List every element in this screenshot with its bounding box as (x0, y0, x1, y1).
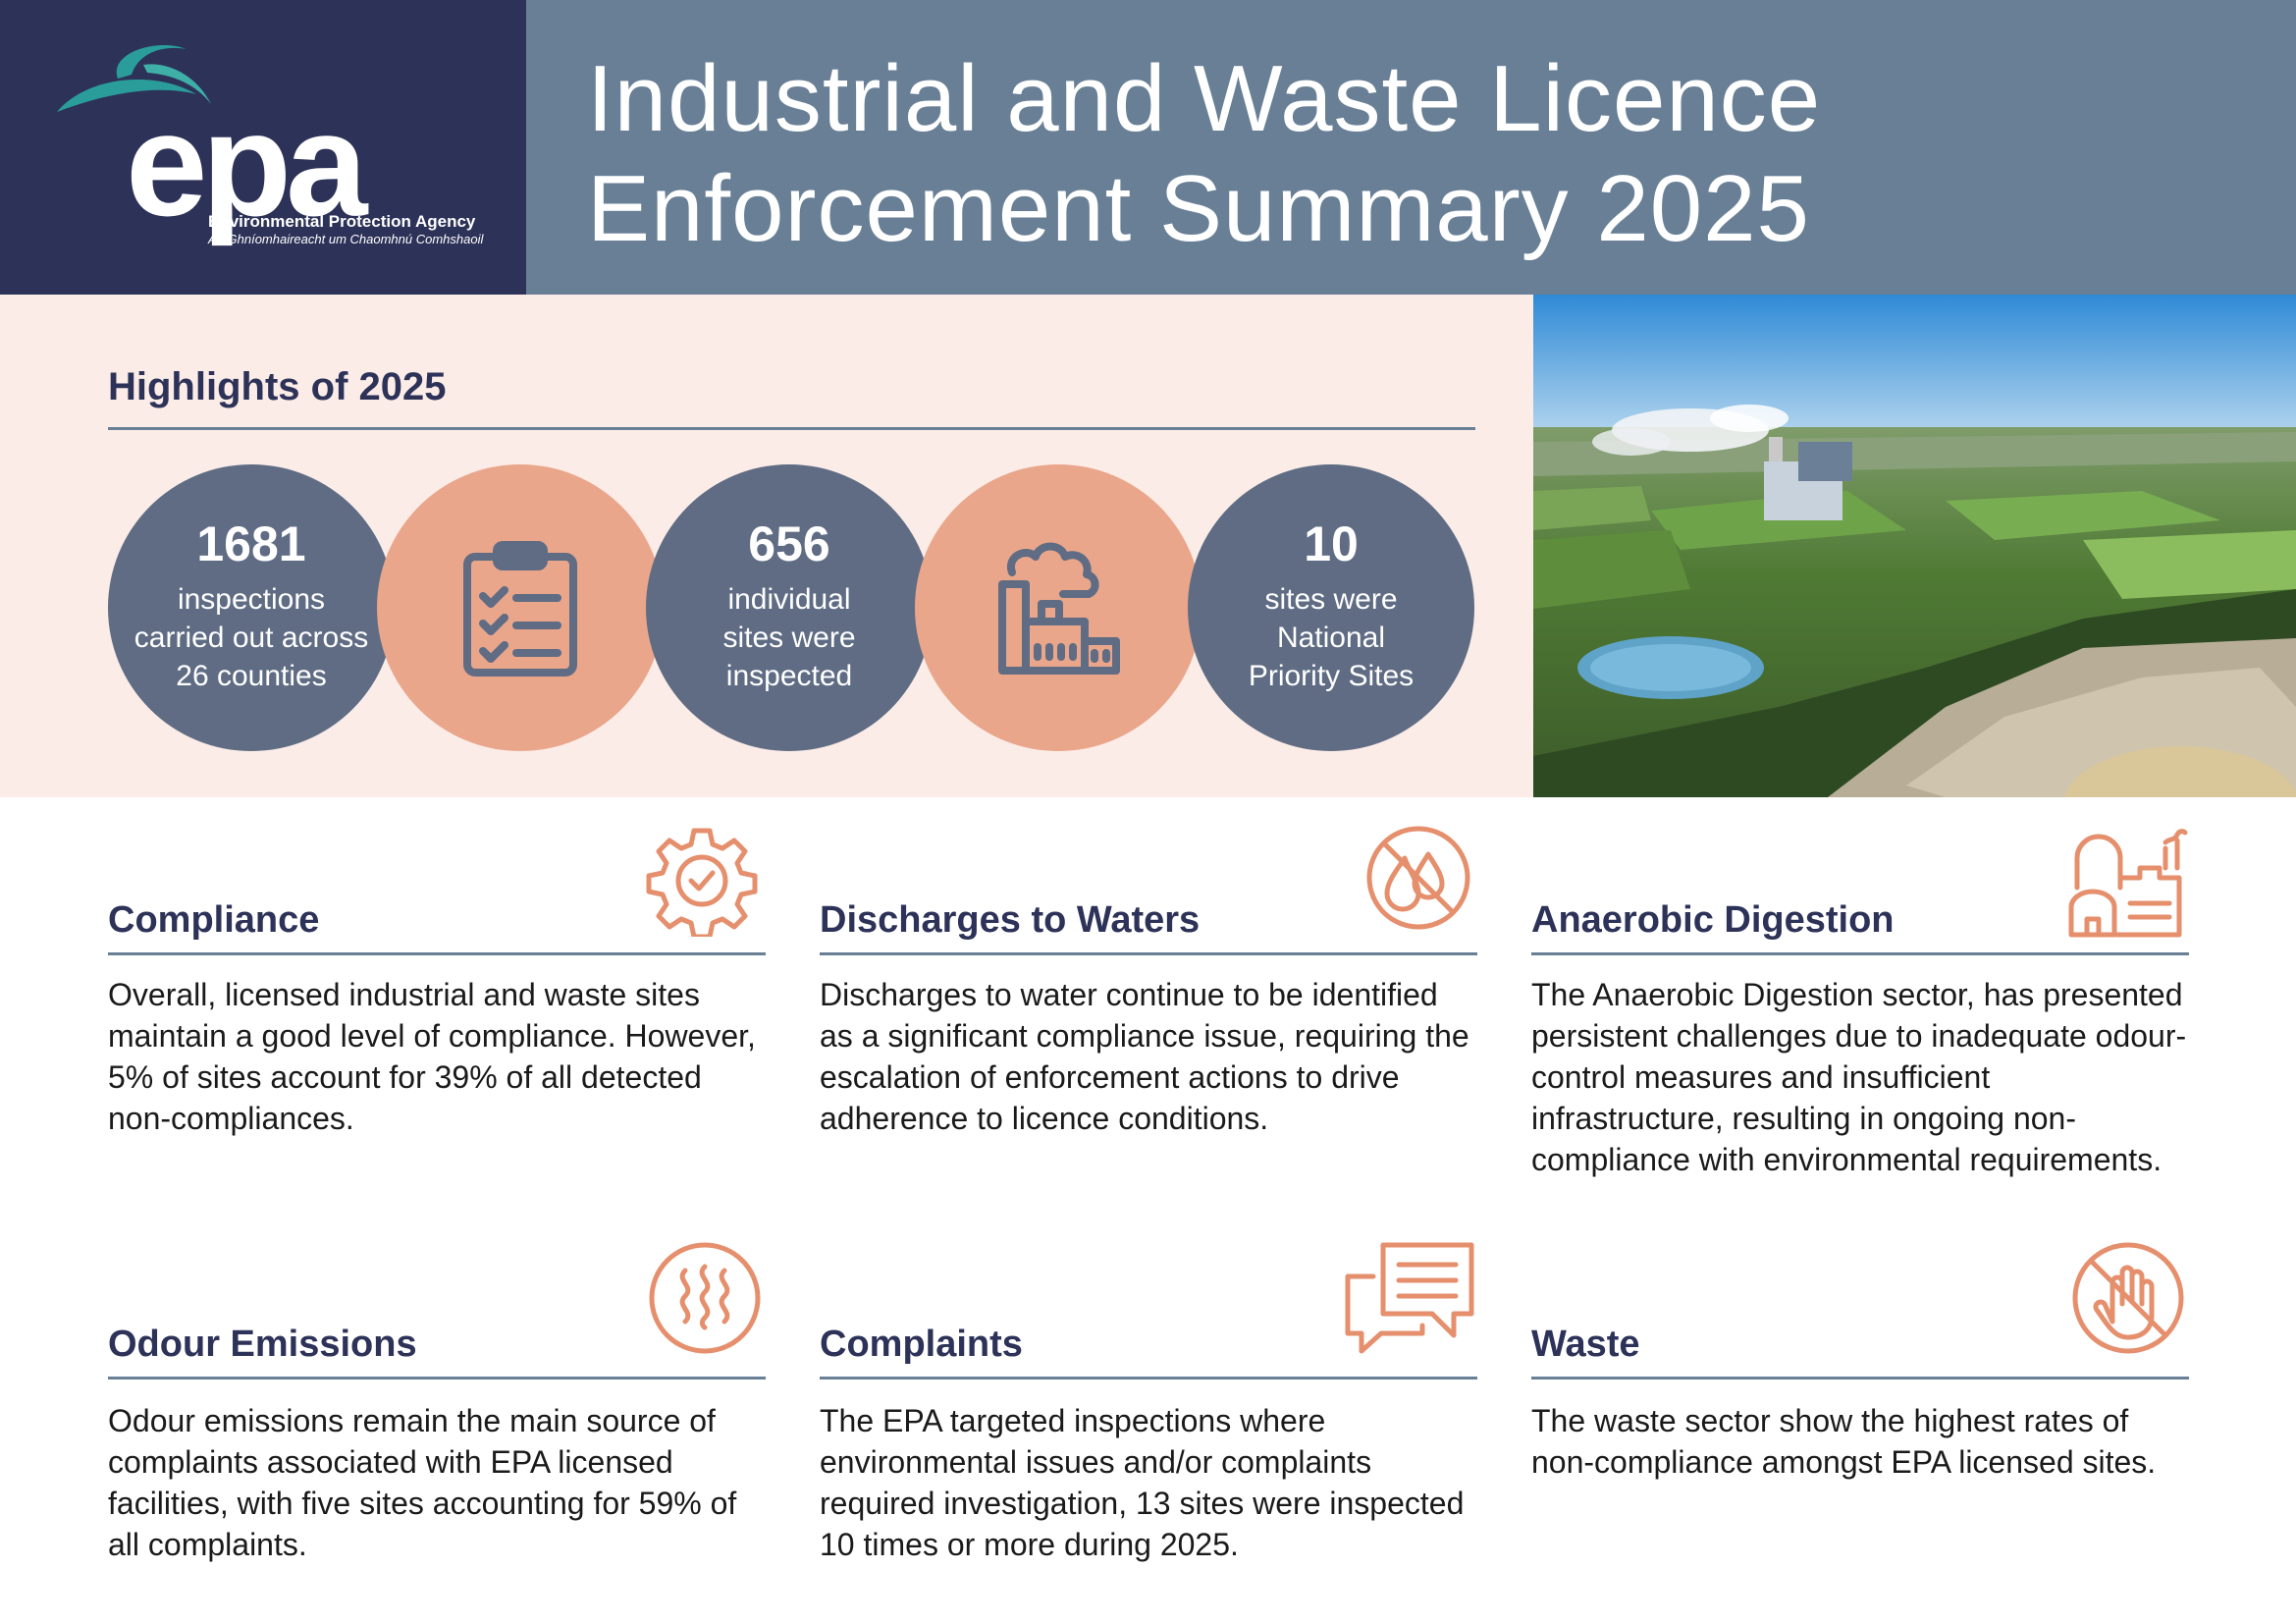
stat-sites-inspected: 656 individual sites were inspected (646, 464, 933, 751)
stat-description: individual sites were inspected (646, 580, 933, 695)
stat-line: 26 counties (176, 660, 327, 692)
page-title-line-1: Industrial and Waste Licence (587, 46, 1822, 151)
card-title: Waste (1531, 1324, 1640, 1365)
aerial-site-photo (1533, 295, 2296, 797)
factory-icon (998, 542, 1120, 675)
stat-line: carried out across (133, 622, 369, 654)
card-text: The EPA targeted inspections where envir… (820, 1403, 1465, 1562)
card-complaints: Complaints The EPA targeted inspections … (820, 1241, 1477, 1585)
card-anaerobic-digestion: Anaerobic Digestion The Anaerobic Digest… (1531, 825, 2189, 1218)
card-odour-emissions: Odour Emissions Odour emissions remain t… (108, 1241, 766, 1585)
divider (108, 952, 766, 955)
aerial-landscape-image (1533, 295, 2296, 797)
divider (820, 952, 1477, 955)
header: epa Environmental Protection Agency An G… (0, 0, 2296, 295)
divider (1531, 1377, 2189, 1380)
page-title-line-2: Enforcement Summary 2025 (587, 156, 1810, 261)
divider (108, 1377, 766, 1380)
highlights-section: Highlights of 2025 1681 inspections carr… (0, 295, 1533, 797)
stat-line: inspections (177, 583, 326, 616)
odour-waves-icon (649, 1242, 761, 1354)
epa-logo: epa Environmental Protection Agency An G… (0, 0, 526, 295)
stat-value: 10 (1304, 516, 1359, 571)
stat-value: 656 (748, 516, 830, 571)
factory-circle (915, 464, 1201, 751)
card-text: The Anaerobic Digestion sector, has pres… (1531, 977, 2187, 1177)
clipboard-circle (377, 464, 664, 751)
card-discharges: Discharges to Waters Discharges to water… (820, 825, 1477, 1188)
highlights-title: Highlights of 2025 (108, 365, 447, 408)
card-title: Complaints (820, 1324, 1023, 1365)
card-title: Odour Emissions (108, 1324, 417, 1365)
stat-line: sites were (1264, 583, 1398, 616)
title-banner: Industrial and Waste Licence Enforcement… (526, 0, 2296, 295)
no-water-drop-icon (1366, 826, 1470, 930)
stat-description: inspections carried out across 26 counti… (108, 580, 395, 695)
logo-subtitle-en: Environmental Protection Agency (208, 212, 476, 231)
stat-line: Priority Sites (1248, 660, 1415, 692)
card-text: Discharges to water continue to be ident… (820, 977, 1469, 1136)
stat-line: individual (727, 583, 851, 616)
stat-line: sites were (722, 622, 856, 654)
card-text: The waste sector show the highest rates … (1531, 1403, 2157, 1480)
stat-line: inspected (725, 660, 853, 692)
divider (820, 1377, 1477, 1380)
divider (108, 427, 1475, 430)
card-title: Anaerobic Digestion (1531, 899, 1895, 941)
card-text: Odour emissions remain the main source o… (108, 1403, 737, 1562)
card-compliance: Compliance Overall, licensed industrial … (108, 825, 766, 1188)
card-text: Overall, licensed industrial and waste s… (108, 977, 756, 1136)
stat-line: National (1276, 622, 1386, 654)
logo-subtitle-ga: An Ghníomhaireacht um Chaomhnú Comhshaoi… (208, 232, 484, 246)
card-title: Discharges to Waters (820, 899, 1201, 941)
card-title: Compliance (108, 899, 320, 941)
stat-priority-sites: 10 sites were National Priority Sites (1188, 464, 1474, 751)
stat-description: sites were National Priority Sites (1188, 580, 1474, 695)
digester-plant-icon (2068, 829, 2188, 938)
divider (1531, 952, 2189, 955)
stat-inspections: 1681 inspections carried out across 26 c… (108, 464, 395, 751)
speech-bubbles-icon (1345, 1242, 1474, 1354)
gear-check-icon (646, 828, 758, 937)
clipboard-checklist-icon (463, 541, 577, 677)
stat-value: 1681 (196, 516, 306, 571)
no-hand-icon (2072, 1242, 2184, 1354)
card-waste: Waste The waste sector show the highest … (1531, 1241, 2189, 1585)
